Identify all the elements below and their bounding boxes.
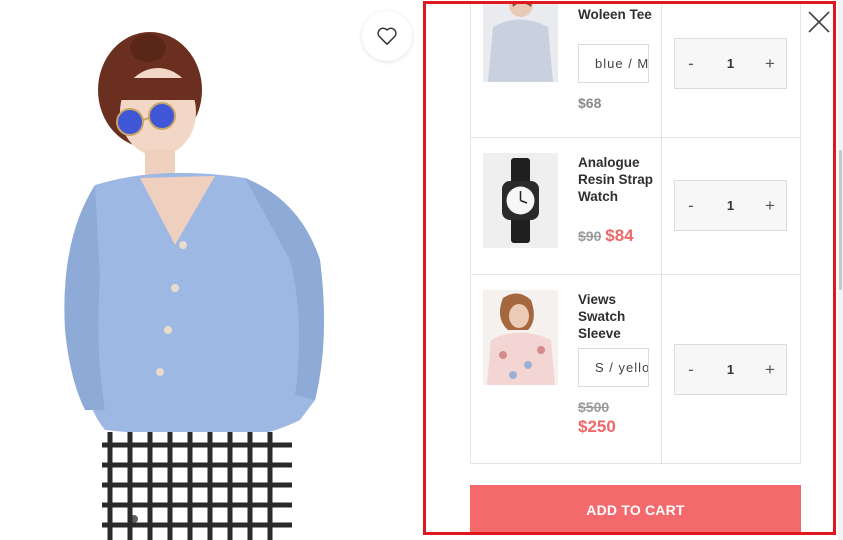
blouse-photo-icon	[483, 290, 558, 385]
heart-icon	[377, 27, 397, 45]
qty-plus-button[interactable]: +	[754, 360, 786, 380]
quantity-stepper[interactable]: - 1 +	[674, 344, 787, 395]
variant-select[interactable]: blue / M	[578, 44, 649, 83]
product-name[interactable]: Analogue Resin Strap Watch	[578, 154, 656, 205]
price: $90 $84	[578, 226, 634, 246]
bundle-item-row: Views Swatch Sleeve S / yellow $500 $250…	[471, 275, 800, 464]
qty-value[interactable]: 1	[707, 198, 754, 213]
regular-price: $68	[578, 95, 602, 111]
qty-plus-button[interactable]: +	[754, 54, 786, 74]
product-thumbnail[interactable]	[483, 290, 558, 385]
close-icon	[808, 11, 830, 33]
qty-value[interactable]: 1	[707, 362, 754, 377]
sweater-photo-icon	[483, 4, 558, 82]
qty-minus-button[interactable]: -	[675, 196, 707, 216]
add-to-cart-button[interactable]: ADD TO CART	[470, 485, 801, 532]
qty-value[interactable]: 1	[707, 56, 754, 71]
old-price: $500	[578, 399, 610, 415]
image-carousel-dots	[130, 515, 138, 523]
bundle-items-table: Woleen Tee blue / M $68 - 1 + Analogue R…	[470, 4, 801, 464]
product-main-image	[0, 0, 423, 540]
bundle-item-row: Analogue Resin Strap Watch $90 $84 - 1 +	[471, 138, 800, 275]
bundle-panel: Woleen Tee blue / M $68 - 1 + Analogue R…	[423, 1, 836, 535]
product-image-panel	[0, 0, 423, 540]
qty-plus-button[interactable]: +	[754, 196, 786, 216]
quantity-stepper[interactable]: - 1 +	[674, 38, 787, 89]
qty-minus-button[interactable]: -	[675, 360, 707, 380]
sale-price: $84	[605, 226, 634, 245]
scrollbar-thumb[interactable]	[839, 150, 842, 290]
quantity-stepper[interactable]: - 1 +	[674, 180, 787, 231]
product-name[interactable]: Views Swatch Sleeve	[578, 291, 656, 342]
variant-select[interactable]: S / yellow	[578, 348, 649, 387]
qty-minus-button[interactable]: -	[675, 54, 707, 74]
price: $500 $250	[578, 397, 616, 437]
product-name[interactable]: Woleen Tee	[578, 6, 656, 23]
carousel-dot[interactable]	[130, 515, 138, 523]
old-price: $90	[578, 228, 602, 244]
wishlist-button[interactable]	[362, 11, 412, 61]
watch-photo-icon	[483, 153, 558, 248]
product-thumbnail[interactable]	[483, 4, 558, 82]
price: $68	[578, 95, 601, 111]
product-thumbnail[interactable]	[483, 153, 558, 248]
sale-price: $250	[578, 417, 616, 436]
close-button[interactable]	[806, 9, 832, 35]
bundle-item-row: Woleen Tee blue / M $68 - 1 +	[471, 4, 800, 138]
